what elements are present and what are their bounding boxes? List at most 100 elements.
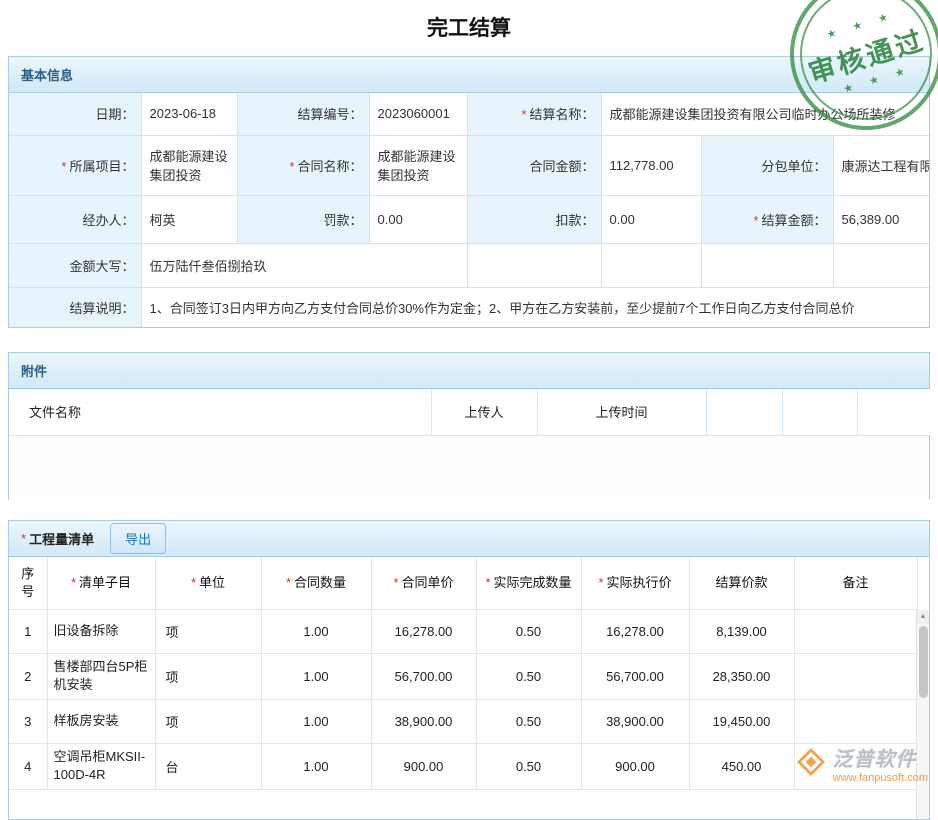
cell-settle: 28,350.00 [689, 653, 794, 699]
date-label: 日期： [9, 93, 141, 135]
required-mark: * [191, 575, 196, 590]
cell-unit: 项 [155, 653, 261, 699]
table-header-row: 序号 *清单子目 *单位 *合同数量 *合同单价 *实际完成数量 *实际执行价 … [9, 557, 917, 609]
cell-qty: 1.00 [261, 609, 371, 653]
table-row: 2 售楼部四台5P柜机安装 项 1.00 56,700.00 0.50 56,7… [9, 653, 917, 699]
table-row: 4 空调吊柜MKSII-100D-4R 台 1.00 900.00 0.50 9… [9, 743, 917, 789]
contract-name-label: *合同名称： [237, 135, 369, 195]
table-row: 3 样板房安装 项 1.00 38,900.00 0.50 38,900.00 … [9, 699, 917, 743]
col-qty-header: *合同数量 [261, 557, 371, 609]
basic-info-header: 基本信息 [9, 57, 929, 93]
project-label: *所属项目： [9, 135, 141, 195]
attachments-title: 附件 [21, 361, 47, 380]
subcontractor-value: 康源达工程有限公司 [833, 135, 929, 195]
required-mark: * [71, 575, 76, 590]
settlement-name-value: 成都能源建设集团投资有限公司临时办公场所装修 [601, 93, 929, 135]
scroll-up-arrow-icon[interactable]: ▲ [917, 610, 929, 624]
contract-name-value: 成都能源建设集团投资 [369, 135, 467, 195]
contract-amount-label: 合同金额： [467, 135, 601, 195]
col-uploader-header: 上传人 [431, 389, 537, 435]
col-item-header: *清单子目 [47, 557, 155, 609]
export-button[interactable]: 导出 [110, 523, 166, 554]
handler-value: 柯英 [141, 195, 237, 243]
cell-exec-price: 38,900.00 [581, 699, 689, 743]
cell-exec-price: 16,278.00 [581, 609, 689, 653]
col-upload-time-header: 上传时间 [537, 389, 706, 435]
col-exec-price-header: *实际执行价 [581, 557, 689, 609]
basic-info-table: 日期： 2023-06-18 结算编号： 2023060001 *结算名称： 成… [9, 93, 929, 327]
cell-exec-price: 900.00 [581, 743, 689, 789]
cell-settle: 450.00 [689, 743, 794, 789]
cell-unit: 台 [155, 743, 261, 789]
table-header-row: 文件名称 上传人 上传时间 [9, 389, 931, 435]
cell-qty: 1.00 [261, 653, 371, 699]
empty-cell [857, 389, 931, 435]
cell-qty: 1.00 [261, 743, 371, 789]
col-remark-header: 备注 [794, 557, 917, 609]
cell-remark [794, 609, 917, 653]
cell-item: 旧设备拆除 [47, 609, 155, 653]
empty-cell [601, 243, 701, 287]
handler-label: 经办人： [9, 195, 141, 243]
cell-price: 16,278.00 [371, 609, 476, 653]
cell-seq: 2 [9, 653, 47, 699]
required-mark: * [598, 575, 603, 590]
boq-header: * 工程量清单 导出 [9, 521, 929, 557]
amount-words-value: 伍万陆仟叁佰捌拾玖 [141, 243, 467, 287]
settlement-amount-value: 56,389.00 [833, 195, 929, 243]
deduction-label: 扣款： [467, 195, 601, 243]
col-done-qty-header: *实际完成数量 [476, 557, 581, 609]
cell-settle: 8,139.00 [689, 609, 794, 653]
cell-done-qty: 0.50 [476, 743, 581, 789]
boq-table: 序号 *清单子目 *单位 *合同数量 *合同单价 *实际完成数量 *实际执行价 … [9, 557, 918, 790]
cell-exec-price: 56,700.00 [581, 653, 689, 699]
attachments-table: 文件名称 上传人 上传时间 [9, 389, 931, 436]
col-settle-header: 结算价款 [689, 557, 794, 609]
required-mark: * [289, 159, 294, 174]
table-row: 结算说明： 1、合同签订3日内甲方向乙方支付合同总价30%作为定金；2、甲方在乙… [9, 287, 929, 327]
cell-unit: 项 [155, 699, 261, 743]
empty-cell [467, 243, 601, 287]
required-mark: * [393, 575, 398, 590]
page-title: 完工结算 [0, 0, 938, 42]
table-row: 日期： 2023-06-18 结算编号： 2023060001 *结算名称： 成… [9, 93, 929, 135]
attachments-panel: 附件 文件名称 上传人 上传时间 [8, 352, 930, 500]
penalty-value: 0.00 [369, 195, 467, 243]
deduction-value: 0.00 [601, 195, 701, 243]
col-seq-header: 序号 [9, 557, 47, 609]
cell-seq: 4 [9, 743, 47, 789]
attachments-header: 附件 [9, 353, 929, 389]
table-scrollbar[interactable]: ▲ [916, 610, 929, 819]
settlement-note-value: 1、合同签订3日内甲方向乙方支付合同总价30%作为定金；2、甲方在乙方安装前，至… [141, 287, 929, 327]
cell-item: 售楼部四台5P柜机安装 [47, 653, 155, 699]
table-row: 金额大写： 伍万陆仟叁佰捌拾玖 [9, 243, 929, 287]
cell-item: 空调吊柜MKSII-100D-4R [47, 743, 155, 789]
penalty-label: 罚款： [237, 195, 369, 243]
scrollbar-thumb[interactable] [919, 626, 928, 698]
empty-cell [701, 243, 833, 287]
basic-info-title: 基本信息 [21, 65, 73, 84]
subcontractor-label: 分包单位： [701, 135, 833, 195]
amount-words-label: 金额大写： [9, 243, 141, 287]
cell-done-qty: 0.50 [476, 653, 581, 699]
settlement-amount-label: *结算金额： [701, 195, 833, 243]
cell-remark [794, 699, 917, 743]
empty-cell [706, 389, 782, 435]
settlement-no-value: 2023060001 [369, 93, 467, 135]
cell-price: 900.00 [371, 743, 476, 789]
settlement-note-label: 结算说明： [9, 287, 141, 327]
required-mark: * [521, 107, 526, 122]
boq-panel: * 工程量清单 导出 序号 *清单子目 *单位 *合同数量 *合同单价 *实际完… [8, 520, 930, 820]
cell-price: 38,900.00 [371, 699, 476, 743]
date-value: 2023-06-18 [141, 93, 237, 135]
cell-done-qty: 0.50 [476, 699, 581, 743]
boq-title: 工程量清单 [29, 529, 94, 548]
cell-item: 样板房安装 [47, 699, 155, 743]
contract-amount-value: 112,778.00 [601, 135, 701, 195]
table-row: 经办人： 柯英 罚款： 0.00 扣款： 0.00 *结算金额： 56,389.… [9, 195, 929, 243]
required-mark: * [61, 159, 66, 174]
cell-unit: 项 [155, 609, 261, 653]
empty-cell [833, 243, 929, 287]
empty-cell [782, 389, 857, 435]
cell-seq: 3 [9, 699, 47, 743]
